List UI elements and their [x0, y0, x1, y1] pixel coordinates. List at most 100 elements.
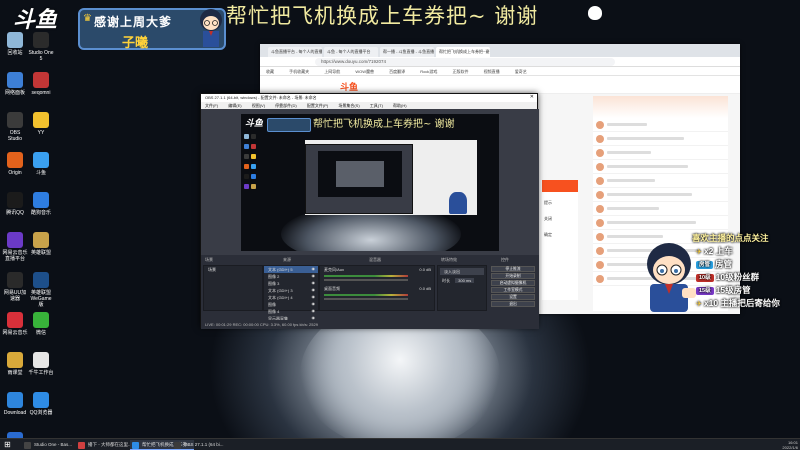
control-button[interactable]: 启动虚拟摄像机 — [491, 280, 535, 286]
desktop-icon[interactable]: 腾讯QQ — [2, 192, 28, 216]
menu-item[interactable]: 文件(F) — [205, 103, 218, 108]
desktop-icon[interactable]: QQ浏览器 — [28, 392, 54, 416]
desktop-icon-label: 回收站 — [7, 50, 23, 56]
eye-icon[interactable]: ◉ — [312, 266, 316, 271]
obs-window[interactable]: OBS 27.1.1 (64-bit, windows) - 配置文件: 未命名… — [200, 93, 539, 329]
popup-dialog[interactable]: 提示 关闭 确定 — [542, 180, 578, 300]
volume-slider[interactable] — [324, 279, 408, 281]
source-item[interactable]: 图像 4 ◉ — [264, 308, 318, 315]
popup-dialog-item[interactable]: 确定 — [544, 232, 576, 238]
close-icon[interactable]: ✕ — [530, 94, 534, 100]
popup-dialog-item[interactable]: 关闭 — [544, 216, 576, 222]
eye-icon[interactable]: ◉ — [312, 301, 316, 306]
eye-icon[interactable]: ◉ — [312, 273, 316, 278]
avatar — [596, 205, 604, 213]
desktop-icon[interactable]: Origin — [2, 152, 28, 176]
source-item[interactable]: 文本 (GDI+) 5 ◉ — [264, 266, 318, 273]
address-bar: https://www.douyu.com/7192074 — [260, 57, 740, 67]
bookmark-item[interactable]: 视频直播 — [484, 69, 500, 74]
control-button[interactable]: 设置 — [491, 294, 535, 300]
transition-duration-input[interactable]: 300 ms — [455, 278, 475, 283]
browser-tab[interactable]: 斗鱼 - 每个人的直播平台 — [324, 47, 378, 57]
browser-tab-active[interactable]: 帮忙把飞机换成上车券把~谢谢... — [436, 47, 490, 57]
menu-item[interactable]: 停靠部件(D) — [275, 103, 297, 108]
desktop-icon[interactable]: 网络面板 — [2, 72, 28, 96]
control-button[interactable]: 退出 — [491, 301, 535, 307]
desktop-icon[interactable]: 网易UU加速器 — [2, 272, 28, 302]
desktop-icon[interactable]: 网易云音乐 — [2, 312, 28, 336]
avatar — [596, 261, 604, 269]
control-button[interactable]: 开始录制 — [491, 273, 535, 279]
app-icon — [33, 152, 49, 168]
taskbar-item[interactable]: 播下 - 大师都在这里... — [76, 440, 135, 450]
source-item[interactable]: 文本 (GDI+) 4 ◉ — [264, 294, 318, 301]
sources-list[interactable]: 文本 (GDI+) 5 ◉ 图像 2 ◉ 图像 3 ◉ 文本 (GDI+) 3 ◉ 文本 (GD… — [263, 265, 319, 321]
source-item[interactable]: 图像 2 ◉ — [264, 273, 318, 280]
bookmark-item[interactable]: 爱奇艺 — [515, 69, 527, 74]
control-button[interactable]: 停止推流 — [491, 266, 535, 272]
desktop-icon[interactable]: Studio One 5 — [28, 32, 54, 62]
taskbar-item[interactable]: Studio One - Bas... — [22, 440, 75, 450]
site-logo[interactable]: 斗鱼 — [340, 80, 358, 93]
system-tray[interactable]: 16:01 2022/1/6 — [782, 440, 798, 450]
desktop-icon[interactable]: seqomni — [28, 72, 54, 96]
browser-tabs: 斗鱼直播平台 - 每个人的直播平台 斗鱼 - 每个人的直播平台 帮一播 - 斗鱼… — [260, 44, 740, 57]
chat-message-text — [607, 235, 663, 238]
desktop-icon[interactable]: OBS Studio — [2, 112, 28, 142]
menu-item[interactable]: 帮助(H) — [393, 103, 407, 108]
browser-tab[interactable]: 斗鱼直播平台 - 每个人的直播平台 — [268, 47, 322, 57]
browser-tab[interactable]: 帮一播 - 斗鱼直播 - 斗鱼直播... — [380, 47, 434, 57]
bookmark-item[interactable]: WOW魔兽 — [355, 69, 374, 74]
volume-slider[interactable] — [324, 298, 408, 300]
chat-message-text — [607, 123, 647, 126]
bookmark-item[interactable]: Rock游戏 — [420, 69, 437, 74]
eye-icon[interactable]: ◉ — [312, 308, 316, 313]
eye-icon[interactable]: ◉ — [312, 287, 316, 292]
desktop-icon[interactable]: 网易云音乐直播平台 — [2, 232, 28, 262]
popup-dialog-item: 提示 — [544, 200, 552, 205]
source-item[interactable]: 图像 3 ◉ — [264, 280, 318, 287]
menu-item[interactable]: 视图(V) — [252, 103, 265, 108]
menu-item[interactable]: 工具(T) — [370, 103, 383, 108]
gift-feed-text: 房管 — [715, 259, 733, 269]
audio-mixer: 麦克风/Aux 0.0 dB 桌面音频 0.0 dB — [319, 265, 435, 311]
desktop-icon-label: 微信 — [35, 330, 46, 336]
bookmark-item[interactable]: 百度翻译 — [389, 69, 405, 74]
desktop-icon[interactable]: 斗鱼 — [28, 152, 54, 176]
desktop-icon[interactable]: 千牛工作台 — [28, 352, 54, 376]
obs-preview-canvas: 帮忙把飞机换成上车券把~ 谢谢 斗鱼 — [241, 114, 499, 251]
desktop-icon[interactable]: 回收站 — [2, 32, 28, 56]
url-input[interactable]: https://www.douyu.com/7192074 — [315, 58, 615, 66]
desktop-icon[interactable]: 雨课堂 — [2, 352, 28, 376]
source-item[interactable]: 文本 (GDI+) 3 ◉ — [264, 287, 318, 294]
source-item[interactable]: 图像 ◉ — [264, 301, 318, 308]
bookmark-item[interactable]: 手机收藏夹 — [289, 69, 309, 74]
desktop-icon[interactable]: 微信 — [28, 312, 54, 336]
desktop: 回收站 Studio One 5 网络面板 seqomni OBS Studio YY Or… — [0, 0, 800, 438]
desktop-icon[interactable]: YY — [28, 112, 54, 136]
bookmark-item[interactable]: 正版软件 — [453, 69, 469, 74]
transitions-panel: 淡入淡出 时长 300 ms — [437, 265, 487, 311]
menu-item[interactable]: 场景集合(S) — [338, 103, 359, 108]
obs-preview[interactable]: 帮忙把飞机换成上车券把~ 谢谢 斗鱼 — [201, 109, 539, 255]
preview-thanks-box — [267, 118, 311, 132]
eye-icon[interactable]: ◉ — [312, 280, 316, 285]
app-icon — [7, 32, 23, 48]
desktop-icon[interactable]: 英雄联盟 — [28, 232, 54, 256]
taskbar-item[interactable]: OBS 27.1.1 (64 bi... — [172, 440, 227, 450]
menu-item[interactable]: 配置文件(P) — [307, 103, 328, 108]
bookmark-item[interactable]: 收藏 — [266, 69, 274, 74]
avatar — [596, 233, 604, 241]
volume-meter — [324, 294, 408, 296]
transition-select[interactable]: 淡入淡出 — [440, 268, 484, 275]
control-button[interactable]: 工作室模式 — [491, 287, 535, 293]
scenes-list[interactable]: 场景 — [203, 265, 263, 311]
eye-icon[interactable]: ◉ — [312, 294, 316, 299]
desktop-icon[interactable]: Download — [2, 392, 28, 416]
scene-item[interactable]: 场景 — [204, 266, 262, 273]
bookmark-item[interactable]: 上网导航 — [324, 69, 340, 74]
desktop-icon[interactable]: 酷狗音乐 — [28, 192, 54, 216]
menu-item[interactable]: 编辑(E) — [228, 103, 241, 108]
windows-start-icon[interactable]: ⊞ — [4, 441, 11, 449]
desktop-icon[interactable]: 英雄联盟WeGame版 — [28, 272, 54, 308]
